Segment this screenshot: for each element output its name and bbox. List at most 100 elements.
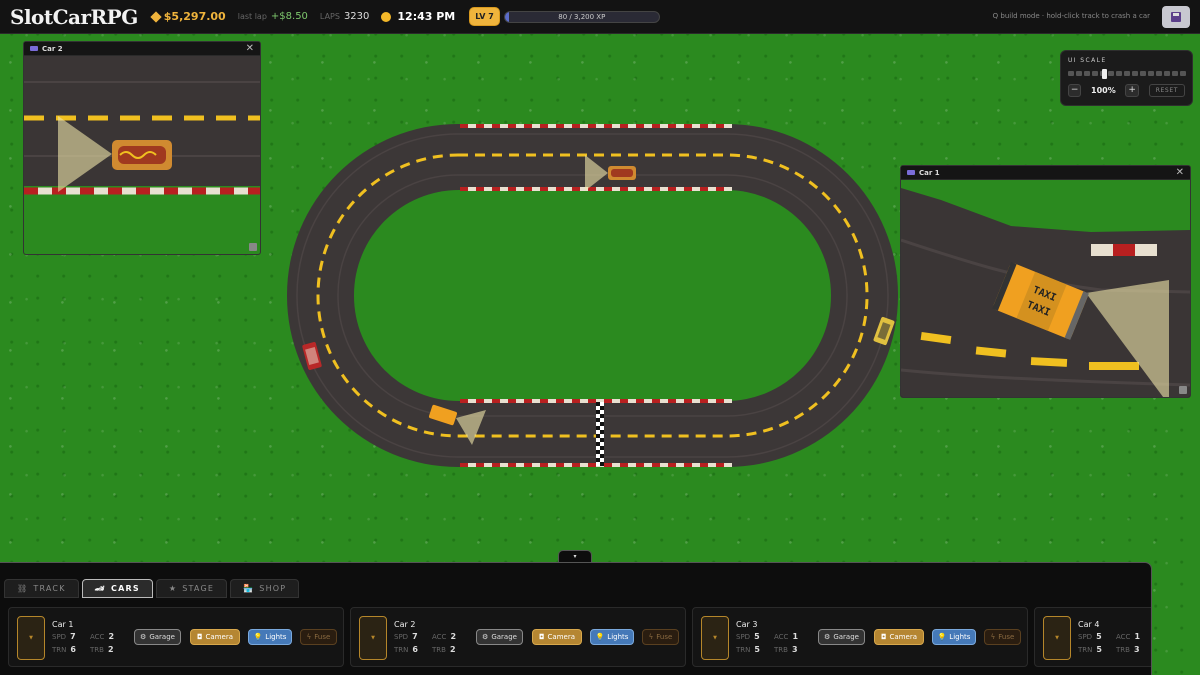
camera-view: TAXI TAXI [901, 180, 1190, 397]
scale-tick[interactable] [1172, 71, 1178, 76]
lights-button[interactable]: 💡 Lights [932, 629, 976, 645]
scale-tick[interactable] [1124, 71, 1130, 76]
scale-tick[interactable] [1108, 71, 1114, 76]
gear-icon: ⚙ [140, 633, 147, 641]
stat-spd: SPD 7 [394, 632, 418, 641]
tab-label: SHOP [259, 584, 287, 593]
fuse-button[interactable]: ϟ Fuse [300, 629, 337, 645]
camera-icon: ◘ [196, 633, 203, 641]
bolt-icon: ϟ [990, 633, 996, 641]
race-car-icon: 🏎 [94, 584, 107, 593]
camera-window-car-1[interactable]: Car 1 ✕ TAXI TAXI [900, 165, 1191, 398]
camera-view-render: TAXI TAXI [901, 180, 1190, 397]
camera-button[interactable]: ◘ Camera [190, 629, 240, 645]
car-card: ▼ Car 3 SPD 5 ACC 1 TRN 5 TRB 3 ⚙ Garage ◘ Cam… [692, 607, 1028, 667]
camera-icon: ◘ [880, 633, 887, 641]
scale-tick[interactable] [1132, 71, 1138, 76]
car-icon [30, 46, 38, 51]
car-card: ▼ Car 1 SPD 7 ACC 2 TRN 6 TRB 2 ⚙ Garage ◘ Cam… [8, 607, 344, 667]
car-card: ▼ Car 4 SPD 5 ACC 1 TRN 5 TRB 3 [1034, 607, 1151, 667]
scale-tick[interactable] [1116, 71, 1122, 76]
scale-tick[interactable] [1068, 71, 1074, 76]
scale-tick[interactable] [1156, 71, 1162, 76]
chain-icon: ⛓ [17, 584, 29, 593]
tab-label: TRACK [33, 584, 66, 593]
resize-handle[interactable] [249, 243, 257, 251]
car-thumbnail[interactable]: ▼ [1043, 616, 1071, 660]
car-name: Car 2 [394, 620, 416, 629]
stat-acc: ACC 1 [1116, 632, 1141, 641]
ui-scale-panel: UI SCALE − 100% + RESET [1060, 50, 1193, 106]
close-icon[interactable]: ✕ [1176, 167, 1184, 178]
gear-icon: ⚙ [824, 633, 831, 641]
stat-trb: TRB 3 [1116, 645, 1140, 654]
scale-value: 100% [1091, 86, 1116, 95]
car-card: ▼ Car 2 SPD 7 ACC 2 TRN 6 TRB 2 ⚙ Garage ◘ Cam… [350, 607, 686, 667]
garage-button[interactable]: ⚙ Garage [476, 629, 523, 645]
ui-scale-slider[interactable] [1068, 69, 1186, 79]
camera-button[interactable]: ◘ Camera [532, 629, 582, 645]
lights-button[interactable]: 💡 Lights [590, 629, 634, 645]
scale-tick[interactable] [1092, 71, 1098, 76]
stat-trn: TRN 6 [52, 645, 76, 654]
camera-window-title: Car 2 [42, 44, 63, 53]
scale-tick[interactable] [1084, 71, 1090, 76]
scale-tick[interactable] [1180, 71, 1186, 76]
stat-trb: TRB 2 [432, 645, 456, 654]
tab-shop[interactable]: 🏪 SHOP [230, 579, 300, 598]
resize-handle[interactable] [1179, 386, 1187, 394]
car-name: Car 3 [736, 620, 758, 629]
scale-reset-button[interactable]: RESET [1148, 84, 1185, 97]
scale-slider-knob[interactable] [1102, 69, 1107, 79]
stat-acc: ACC 2 [432, 632, 457, 641]
camera-window-car-2[interactable]: Car 2 ✕ [23, 41, 261, 255]
stat-acc: ACC 1 [774, 632, 799, 641]
garage-button[interactable]: ⚙ Garage [818, 629, 865, 645]
bulb-icon: 💡 [253, 633, 263, 641]
car-name: Car 1 [52, 620, 74, 629]
tab-label: STAGE [182, 584, 215, 593]
tab-track[interactable]: ⛓ TRACK [4, 579, 79, 598]
stat-spd: SPD 7 [52, 632, 76, 641]
camera-window-header[interactable]: Car 2 ✕ [24, 42, 260, 56]
stat-spd: SPD 5 [736, 632, 760, 641]
scale-tick[interactable] [1076, 71, 1082, 76]
tab-stage[interactable]: ★ STAGE [155, 579, 228, 598]
camera-window-title: Car 1 [919, 168, 940, 177]
star-icon: ★ [168, 584, 178, 593]
stat-trn: TRN 5 [736, 645, 760, 654]
car-icon [907, 170, 915, 175]
bulb-icon: 💡 [595, 633, 605, 641]
bottom-panel: ⛓ TRACK 🏎 CARS ★ STAGE 🏪 SHOP ▼ Car 1 SP… [0, 562, 1152, 675]
camera-button[interactable]: ◘ Camera [874, 629, 924, 645]
tab-label: CARS [111, 584, 140, 593]
camera-window-header[interactable]: Car 1 ✕ [901, 166, 1190, 180]
tab-cars[interactable]: 🏎 CARS [81, 579, 153, 598]
stat-trn: TRN 5 [1078, 645, 1102, 654]
scale-decrease-button[interactable]: − [1068, 84, 1082, 97]
car-thumbnail[interactable]: ▼ [17, 616, 45, 660]
bolt-icon: ϟ [306, 633, 312, 641]
panel-tabs: ⛓ TRACK 🏎 CARS ★ STAGE 🏪 SHOP [4, 579, 300, 598]
scale-tick[interactable] [1140, 71, 1146, 76]
scale-tick[interactable] [1148, 71, 1154, 76]
garage-button[interactable]: ⚙ Garage [134, 629, 181, 645]
gear-icon: ⚙ [482, 633, 489, 641]
scale-tick[interactable] [1164, 71, 1170, 76]
fuse-button[interactable]: ϟ Fuse [642, 629, 679, 645]
ui-scale-title: UI SCALE [1068, 57, 1107, 64]
camera-view-render [24, 56, 260, 254]
start-finish-line [596, 402, 604, 466]
lights-button[interactable]: 💡 Lights [248, 629, 292, 645]
car-thumbnail[interactable]: ▼ [359, 616, 387, 660]
scale-increase-button[interactable]: + [1125, 84, 1139, 97]
bulb-icon: 💡 [937, 633, 947, 641]
shop-icon: 🏪 [243, 584, 255, 593]
car-thumbnail[interactable]: ▼ [701, 616, 729, 660]
stat-trn: TRN 6 [394, 645, 418, 654]
close-icon[interactable]: ✕ [246, 43, 254, 54]
fuse-button[interactable]: ϟ Fuse [984, 629, 1021, 645]
camera-view [24, 56, 260, 254]
stat-spd: SPD 5 [1078, 632, 1102, 641]
stat-acc: ACC 2 [90, 632, 115, 641]
